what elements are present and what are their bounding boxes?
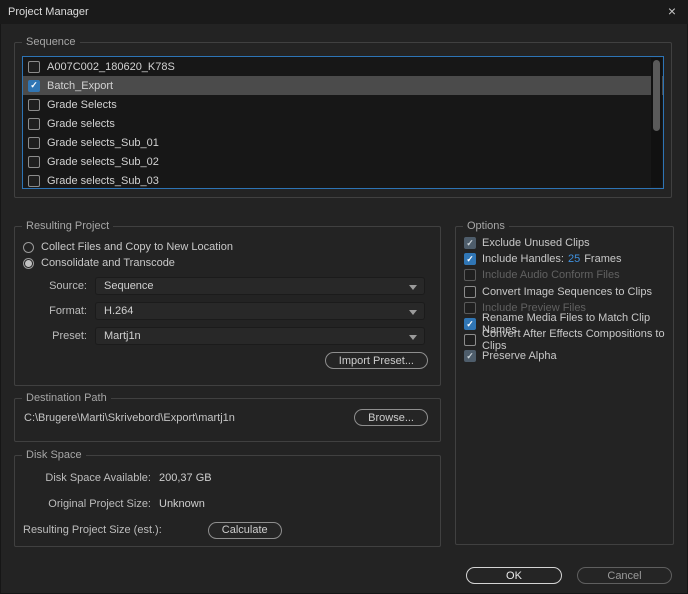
window-title: Project Manager — [8, 6, 89, 18]
option-checkbox: ✓ — [464, 237, 476, 250]
radio-collect-files[interactable]: Collect Files and Copy to New Location — [23, 239, 440, 255]
radio-icon[interactable] — [23, 241, 34, 253]
cancel-button[interactable]: Cancel — [577, 567, 672, 584]
resulting-project-size-row: Resulting Project Size (est.): Calculate — [23, 521, 282, 539]
options-list: ✓ Exclude Unused Clips ✓ Include Handles: 25… — [456, 235, 673, 365]
browse-button[interactable]: Browse... — [354, 409, 428, 426]
sequence-item-checkbox[interactable] — [28, 98, 40, 111]
options-group-label: Options — [463, 220, 509, 232]
sequence-item-label: A007C002_180620_K78S — [47, 60, 175, 73]
sequence-row[interactable]: Grade selects_Sub_02 — [23, 152, 663, 171]
disk-space-available-row: Disk Space Available: 200,37 GB — [23, 470, 212, 486]
format-select[interactable]: H.264 — [95, 302, 425, 320]
original-project-size-value: Unknown — [159, 498, 205, 510]
option-label: Include Audio Conform Files — [482, 269, 620, 282]
option-suffix: Frames — [584, 253, 622, 266]
radio-label: Collect Files and Copy to New Location — [41, 241, 233, 253]
disk-space-group-label: Disk Space — [22, 449, 86, 461]
source-label: Source: — [49, 280, 87, 292]
title-bar: Project Manager × — [0, 0, 688, 24]
format-label: Format: — [49, 305, 87, 317]
format-select-value: H.264 — [104, 305, 134, 317]
sequence-item-label: Grade selects_Sub_03 — [47, 174, 159, 187]
sequence-item-label: Grade selects_Sub_02 — [47, 155, 159, 168]
option-checkbox — [464, 269, 476, 282]
source-select[interactable]: Sequence — [95, 277, 425, 295]
option-label: Include Handles: — [482, 253, 564, 266]
option-label: Preserve Alpha — [482, 350, 557, 363]
sequence-group-label: Sequence — [22, 36, 80, 48]
sequence-item-checkbox[interactable] — [28, 60, 40, 73]
project-manager-dialog: { "window": { "title": "Project Manager"… — [0, 0, 688, 594]
format-field-row: Format: H.264 — [15, 302, 425, 320]
sequence-item-checkbox[interactable]: ✓ — [28, 79, 40, 92]
option-value[interactable]: 25 — [568, 253, 580, 265]
chevron-down-icon — [409, 285, 417, 290]
sequence-row[interactable]: Grade selects_Sub_03 — [23, 171, 663, 188]
close-icon[interactable]: × — [656, 0, 688, 24]
disk-space-available-value: 200,37 GB — [159, 472, 212, 484]
option-row[interactable]: ✓ Include Handles: 25 Frames — [464, 251, 673, 267]
sequence-row[interactable]: ✓ Batch_Export — [23, 76, 663, 95]
import-preset-button[interactable]: Import Preset... — [324, 352, 428, 369]
calculate-button[interactable]: Calculate — [207, 521, 282, 539]
option-row[interactable]: Include Audio Conform Files — [464, 267, 673, 283]
option-row[interactable]: Convert Image Sequences to Clips — [464, 284, 673, 300]
scrollbar-thumb[interactable] — [653, 60, 660, 131]
sequence-row[interactable]: Grade selects_Sub_01 — [23, 133, 663, 152]
destination-path-value: C:\Brugere\Marti\Skrivebord\Export\martj… — [24, 412, 235, 424]
option-label: Convert Image Sequences to Clips — [482, 285, 652, 298]
option-row[interactable]: Convert After Effects Compositions to Cl… — [464, 328, 673, 352]
option-checkbox[interactable]: ✓ — [464, 253, 476, 266]
option-checkbox[interactable]: ✓ — [464, 318, 476, 331]
original-project-size-row: Original Project Size: Unknown — [23, 496, 205, 512]
preset-select[interactable]: Martj1n — [95, 327, 425, 345]
sequence-row[interactable]: Grade selects — [23, 114, 663, 133]
chevron-down-icon — [409, 335, 417, 340]
preset-select-value: Martj1n — [104, 330, 141, 342]
option-label: Convert After Effects Compositions to Cl… — [482, 328, 665, 353]
resulting-project-group: Resulting Project Collect Files and Copy… — [14, 220, 441, 386]
sequence-group: Sequence A007C002_180620_K78S ✓ Batch_Expo… — [14, 36, 672, 198]
resulting-project-size-label: Resulting Project Size (est.): — [23, 524, 162, 536]
option-checkbox[interactable] — [464, 334, 476, 347]
original-project-size-label: Original Project Size: — [48, 498, 151, 510]
option-row[interactable]: ✓ Exclude Unused Clips — [464, 235, 673, 251]
sequence-item-checkbox[interactable] — [28, 136, 40, 149]
source-select-value: Sequence — [104, 280, 154, 292]
sequence-list: A007C002_180620_K78S ✓ Batch_Export Grade S… — [22, 56, 664, 189]
ok-button[interactable]: OK — [466, 567, 562, 584]
sequence-item-checkbox[interactable] — [28, 117, 40, 130]
option-checkbox[interactable] — [464, 285, 476, 298]
sequence-item-label: Grade selects — [47, 117, 115, 130]
chevron-down-icon — [409, 310, 417, 315]
sequence-item-checkbox[interactable] — [28, 155, 40, 168]
radio-consolidate-transcode[interactable]: Consolidate and Transcode — [23, 255, 440, 271]
options-group: Options ✓ Exclude Unused Clips ✓ Include Ha… — [455, 220, 674, 545]
radio-label: Consolidate and Transcode — [41, 257, 175, 269]
disk-space-group: Disk Space Disk Space Available: 200,37 … — [14, 449, 441, 547]
option-checkbox — [464, 301, 476, 314]
sequence-item-label: Grade selects_Sub_01 — [47, 136, 159, 149]
option-checkbox: ✓ — [464, 350, 476, 363]
source-field-row: Source: Sequence — [15, 277, 425, 295]
option-label: Exclude Unused Clips — [482, 237, 590, 250]
sequence-item-checkbox[interactable] — [28, 174, 40, 187]
preset-field-row: Preset: Martj1n — [15, 327, 425, 345]
destination-path-group: Destination Path C:\Brugere\Marti\Skrive… — [14, 392, 441, 442]
sequence-row[interactable]: Grade Selects — [23, 95, 663, 114]
sequence-item-label: Grade Selects — [47, 98, 117, 111]
sequence-item-label: Batch_Export — [47, 79, 114, 92]
resulting-project-group-label: Resulting Project — [22, 220, 114, 232]
destination-path-group-label: Destination Path — [22, 392, 111, 404]
scrollbar[interactable] — [651, 58, 662, 187]
radio-icon[interactable] — [23, 257, 34, 269]
disk-space-available-label: Disk Space Available: — [45, 472, 151, 484]
sequence-row[interactable]: A007C002_180620_K78S — [23, 57, 663, 76]
preset-label: Preset: — [52, 330, 87, 342]
